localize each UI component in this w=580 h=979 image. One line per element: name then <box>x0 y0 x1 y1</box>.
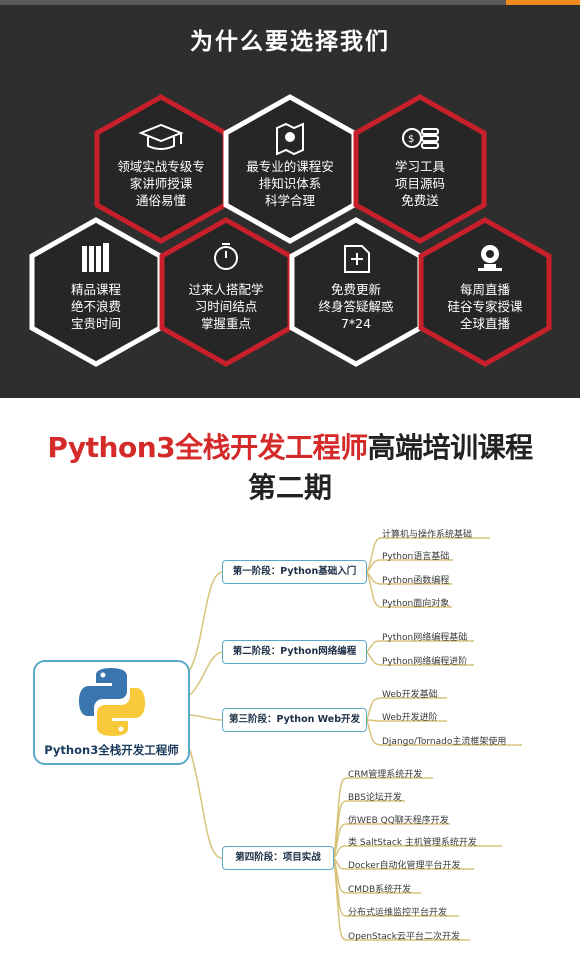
stage-4-item-5: Docker自动化管理平台开发 <box>348 861 461 871</box>
mindmap-root-label: Python3全栈开发工程师 <box>44 743 179 757</box>
stage-1-item-2: Python语言基础 <box>382 552 450 562</box>
stage-4-item-7: 分布式运维监控平台开发 <box>348 908 448 918</box>
stage-3-box: 第三阶段：Python Web开发 <box>222 708 367 732</box>
stage-1-item-3: Python函数编程 <box>382 576 450 586</box>
stage-4-box: 第四阶段：项目实战 <box>222 846 334 870</box>
stage-3-item-2: Web开发进阶 <box>382 713 438 723</box>
stage-3-item-3: Django/Tornado主流框架使用 <box>382 737 507 747</box>
stage-2-item-2: Python网络编程进阶 <box>382 657 468 667</box>
stage-2-item-1: Python网络编程基础 <box>382 633 468 643</box>
stage-4-item-1: CRM管理系统开发 <box>348 770 423 780</box>
stage-3-item-1: Web开发基础 <box>382 690 438 700</box>
python-logo-icon <box>79 668 145 736</box>
stage-1-item-4: Python面向对象 <box>382 599 450 609</box>
stage-4-item-2: BBS论坛开发 <box>348 793 402 803</box>
stage-4-item-6: CMDB系统开发 <box>348 885 412 895</box>
stage-4-item-8: OpenStack云平台二次开发 <box>348 932 460 942</box>
stage-4-item-4: 类 SaltStack 主机管理系统开发 <box>348 838 477 848</box>
stage-1-item-1: 计算机与操作系统基础 <box>382 530 473 540</box>
stage-4-item-3: 仿WEB QQ聊天程序开发 <box>348 816 449 826</box>
stage-2-box: 第二阶段：Python网络编程 <box>222 640 367 664</box>
mindmap-root: Python3全栈开发工程师 <box>33 660 190 765</box>
mindmap-connectors <box>189 537 522 941</box>
stage-1-box: 第一阶段：Python基础入门 <box>222 560 367 584</box>
